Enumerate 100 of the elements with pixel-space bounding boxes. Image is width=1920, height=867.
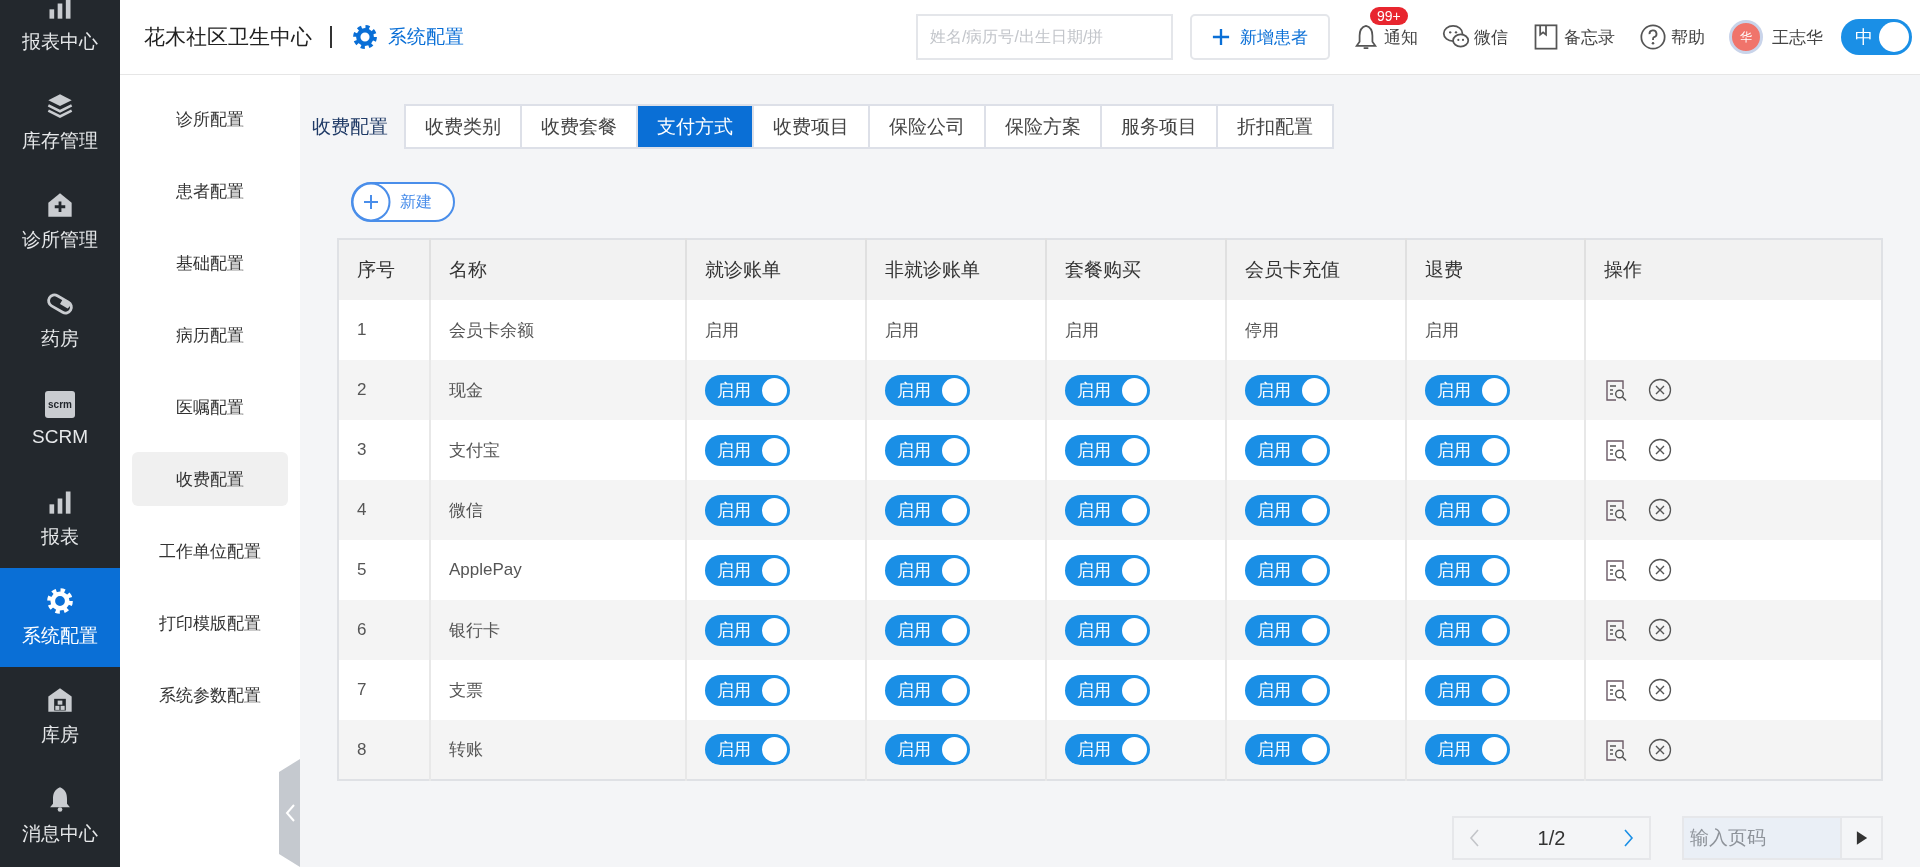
status-toggle[interactable]: 启用 [705, 554, 790, 586]
status-toggle[interactable]: 启用 [885, 374, 970, 406]
nav-label: 报表 [41, 524, 79, 549]
status-toggle[interactable]: 启用 [1065, 614, 1150, 646]
nav-label: 库存管理 [22, 128, 98, 153]
search-field[interactable]: 姓名/病历号/出生日期/拼 [916, 14, 1173, 60]
nav-item[interactable]: 诊所管理 [0, 172, 120, 271]
status-toggle[interactable]: 启用 [1245, 734, 1330, 765]
nav-label: SCRM [32, 426, 88, 448]
toolbar-item[interactable]: 微信 [1442, 5, 1508, 69]
user-name[interactable]: 王志华 [1772, 25, 1823, 49]
status-toggle[interactable]: 启用 [1245, 374, 1330, 406]
new-patient-button[interactable]: 新增患者 [1190, 14, 1330, 60]
status-toggle[interactable]: 启用 [1425, 494, 1510, 526]
new-button[interactable]: 新建 [351, 182, 455, 222]
status-toggle[interactable]: 启用 [1425, 734, 1510, 765]
status-toggle[interactable]: 启用 [885, 494, 970, 526]
column-header: 退费 [1406, 239, 1585, 300]
column-header: 名称 [430, 239, 686, 300]
status-toggle[interactable]: 启用 [885, 434, 970, 466]
sidebar-item[interactable]: 医嘱配置 [132, 380, 288, 434]
status-toggle[interactable]: 启用 [1245, 674, 1330, 706]
table-cell: 4 [338, 480, 430, 540]
nav-item[interactable]: 药房 [0, 271, 120, 370]
nav-item[interactable]: 系统配置 [0, 568, 120, 667]
status-toggle[interactable]: 启用 [705, 434, 790, 466]
section-title: 系统配置 [388, 25, 464, 49]
sidebar-item[interactable]: 病历配置 [132, 308, 288, 362]
document-search-icon [1604, 378, 1628, 402]
status-toggle[interactable]: 启用 [1065, 674, 1150, 706]
sidebar-item[interactable]: 收费配置 [132, 452, 288, 506]
status-toggle[interactable]: 启用 [705, 374, 790, 406]
status-toggle[interactable]: 启用 [1245, 554, 1330, 586]
collapse-handle[interactable] [279, 759, 300, 867]
toolbar-item[interactable]: 备忘录 [1532, 5, 1615, 69]
status-toggle[interactable]: 启用 [1425, 434, 1510, 466]
status-toggle[interactable]: 启用 [1065, 734, 1150, 765]
close-circle-icon [1648, 558, 1672, 582]
status-toggle[interactable]: 启用 [705, 734, 790, 765]
nav-label: 诊所管理 [22, 227, 98, 252]
nav-item[interactable]: scrm SCRM [0, 370, 120, 469]
status-toggle[interactable]: 启用 [1425, 614, 1510, 646]
nav-label: 库房 [41, 722, 79, 747]
nav-item[interactable]: 库房 [0, 667, 120, 766]
status-toggle[interactable]: 启用 [1425, 674, 1510, 706]
table-cell: 转账 [430, 720, 686, 780]
section-label: 收费配置 [312, 114, 388, 139]
nav-item[interactable]: 库存管理 [0, 73, 120, 172]
page-indicator: 1/2 [1537, 826, 1566, 850]
status-toggle[interactable]: 启用 [705, 674, 790, 706]
sidebar-item[interactable]: 打印模版配置 [132, 596, 288, 650]
status-toggle[interactable]: 启用 [1065, 434, 1150, 466]
table-cell: 6 [338, 600, 430, 660]
status-toggle[interactable]: 启用 [1065, 494, 1150, 526]
sidebar-item[interactable]: 患者配置 [132, 164, 288, 218]
plus-circle-icon [351, 182, 391, 222]
document-search-icon [1604, 558, 1628, 582]
status-toggle[interactable]: 启用 [705, 494, 790, 526]
document-search-icon [1604, 737, 1628, 762]
status-toggle[interactable]: 启用 [1065, 374, 1150, 406]
column-header: 会员卡充值 [1226, 239, 1406, 300]
nav-item[interactable]: 消息中心 [0, 766, 120, 865]
column-header: 序号 [338, 239, 430, 300]
chevron-left-icon [283, 803, 296, 823]
sidebar-item[interactable]: 诊所配置 [132, 92, 288, 146]
status-toggle[interactable]: 启用 [1245, 494, 1330, 526]
status-toggle[interactable]: 启用 [1425, 554, 1510, 586]
avatar[interactable]: 华 [1729, 20, 1763, 54]
status-toggle[interactable]: 启用 [1425, 374, 1510, 406]
language-toggle[interactable]: 中 [1841, 19, 1912, 55]
nav-label: 报表中心 [22, 29, 98, 54]
scrm-icon: scrm [45, 391, 75, 418]
sidebar-item[interactable]: 基础配置 [132, 236, 288, 290]
close-circle-icon [1648, 737, 1672, 762]
nav-label: 消息中心 [22, 821, 98, 846]
status-toggle[interactable]: 启用 [885, 674, 970, 706]
bell-icon [1352, 23, 1380, 51]
next-page-button[interactable] [1623, 828, 1635, 848]
status-toggle[interactable]: 启用 [885, 734, 970, 765]
status-toggle[interactable]: 启用 [705, 614, 790, 646]
table-cell: 现金 [430, 360, 686, 420]
toolbar-label: 微信 [1474, 26, 1508, 49]
tab[interactable]: 支付方式 [638, 106, 754, 147]
toolbar-item[interactable]: 帮助 [1639, 5, 1705, 69]
sidebar-item[interactable]: 工作单位配置 [132, 524, 288, 578]
previous-page-button[interactable] [1468, 828, 1480, 848]
status-toggle[interactable]: 启用 [1245, 434, 1330, 466]
close-circle-icon [1648, 678, 1672, 702]
nav-item[interactable]: 报表 [0, 469, 120, 568]
toolbar-item[interactable]: 通知 99+ [1352, 5, 1418, 69]
close-circle-icon [1648, 498, 1672, 522]
table-cell: 银行卡 [430, 600, 686, 660]
sidebar-item[interactable]: 系统参数配置 [132, 668, 288, 722]
status-toggle[interactable]: 启用 [1245, 614, 1330, 646]
status-toggle[interactable]: 启用 [1065, 554, 1150, 586]
toolbar-label: 备忘录 [1564, 26, 1615, 49]
table-cell: 微信 [430, 480, 686, 540]
status-toggle[interactable]: 启用 [885, 554, 970, 586]
nav-item[interactable]: 报表中心 [0, 0, 120, 73]
status-toggle[interactable]: 启用 [885, 614, 970, 646]
